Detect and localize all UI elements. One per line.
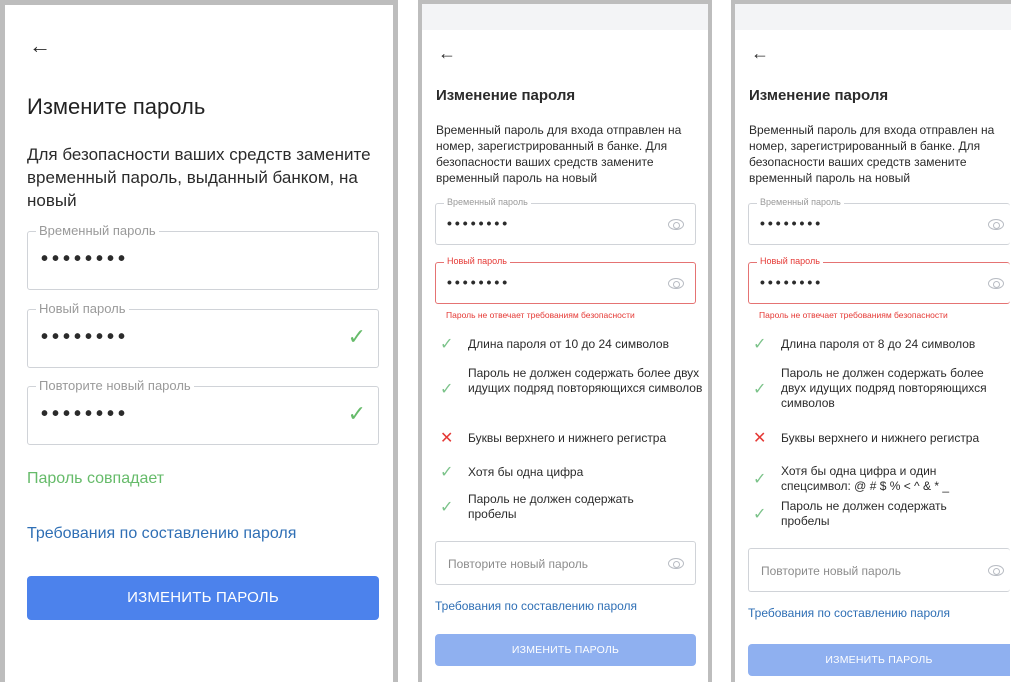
- screen-change-password-v2: ← Изменение пароля Временный пароль для …: [418, 0, 712, 682]
- password-error-text: Пароль не отвечает требованиям безопасно…: [446, 310, 635, 320]
- repeat-password-label: Повторите новый пароль: [36, 378, 194, 394]
- eye-icon[interactable]: [668, 278, 684, 289]
- screen-change-password-v3: ← Изменение пароля Временный пароль для …: [731, 0, 1011, 682]
- new-password-label: Новый пароль: [444, 256, 510, 267]
- new-password-value: ••••••••: [41, 326, 130, 348]
- requirement-item: Пароль не должен содержать более двух ид…: [781, 366, 987, 410]
- requirements-link[interactable]: Требования по составлению пароля: [748, 606, 950, 620]
- repeat-password-field[interactable]: Повторите новый пароль •••••••• ✓: [27, 378, 379, 445]
- page-description: Для безопасности ваших средств замените …: [27, 145, 371, 210]
- new-password-field[interactable]: Новый пароль ••••••••: [435, 256, 696, 304]
- status-bar: [735, 4, 1011, 30]
- requirement-item: Длина пароля от 8 до 24 символов: [781, 337, 976, 351]
- back-arrow-icon[interactable]: ←: [751, 44, 769, 62]
- change-password-button[interactable]: ИЗМЕНИТЬ ПАРОЛЬ: [27, 576, 379, 620]
- eye-icon[interactable]: [988, 565, 1004, 576]
- page-title: Изменение пароля: [749, 87, 889, 104]
- check-icon: ✓: [440, 499, 454, 516]
- temp-password-value: ••••••••: [447, 215, 511, 231]
- requirement-item: Хотя бы одна цифра: [468, 465, 584, 479]
- requirement-item: Буквы верхнего и нижнего регистра: [781, 431, 980, 445]
- new-password-field[interactable]: Новый пароль ••••••••: [748, 256, 1010, 304]
- repeat-password-value: ••••••••: [41, 403, 130, 425]
- new-password-label: Новый пароль: [36, 301, 129, 317]
- cross-icon: ✕: [753, 430, 767, 447]
- check-icon: ✓: [753, 336, 767, 353]
- page-title: Измените пароль: [27, 94, 206, 119]
- requirement-item: Пароль не должен содержать пробелы: [468, 492, 634, 521]
- requirements-link[interactable]: Требования по составлению пароля: [435, 599, 637, 613]
- requirement-item: Длина пароля от 10 до 24 символов: [468, 337, 669, 351]
- check-icon: ✓: [440, 381, 454, 398]
- eye-icon[interactable]: [668, 219, 684, 230]
- new-password-label: Новый пароль: [757, 256, 823, 267]
- repeat-password-placeholder: Повторите новый пароль: [761, 564, 902, 578]
- requirements-link[interactable]: Требования по составлению пароля: [27, 525, 296, 543]
- temp-password-value: ••••••••: [760, 215, 824, 231]
- temp-password-field[interactable]: Временный пароль ••••••••: [435, 197, 696, 245]
- new-password-value: ••••••••: [760, 274, 824, 290]
- status-bar: [422, 4, 708, 30]
- password-error-text: Пароль не отвечает требованиям безопасно…: [759, 310, 948, 320]
- check-icon: ✓: [347, 401, 366, 426]
- check-icon: ✓: [753, 506, 767, 523]
- eye-icon[interactable]: [988, 219, 1004, 230]
- new-password-value: ••••••••: [447, 274, 511, 290]
- temp-password-field[interactable]: Временный пароль ••••••••: [27, 223, 379, 290]
- back-arrow-icon[interactable]: ←: [438, 44, 456, 62]
- password-match-text: Пароль совпадает: [27, 470, 165, 487]
- temp-password-field[interactable]: Временный пароль ••••••••: [748, 197, 1010, 245]
- change-password-button[interactable]: ИЗМЕНИТЬ ПАРОЛЬ: [435, 634, 696, 666]
- temp-password-label: Временный пароль: [757, 197, 844, 208]
- screen-change-password-v1: ← Измените пароль Для безопасности ваших…: [0, 0, 398, 682]
- temp-password-label: Временный пароль: [444, 197, 531, 208]
- cross-icon: ✕: [440, 430, 454, 447]
- check-icon: ✓: [440, 464, 454, 481]
- requirement-item: Пароль не должен содержать пробелы: [781, 499, 947, 528]
- repeat-password-field[interactable]: Повторите новый пароль: [435, 541, 696, 585]
- temp-password-value: ••••••••: [41, 248, 130, 270]
- page-title: Изменение пароля: [436, 87, 576, 104]
- repeat-password-field[interactable]: Повторите новый пароль: [748, 548, 1010, 592]
- temp-password-label: Временный пароль: [36, 223, 159, 239]
- change-password-button[interactable]: ИЗМЕНИТЬ ПАРОЛЬ: [748, 644, 1010, 676]
- new-password-field[interactable]: Новый пароль •••••••• ✓: [27, 301, 379, 368]
- requirement-item: Пароль не должен содержать более двух ид…: [468, 366, 703, 395]
- page-description: Временный пароль для входа отправлен на …: [436, 123, 682, 185]
- page-description: Временный пароль для входа отправлен на …: [749, 123, 995, 185]
- check-icon: ✓: [440, 336, 454, 353]
- eye-icon[interactable]: [668, 558, 684, 569]
- check-icon: ✓: [347, 324, 366, 349]
- back-arrow-icon[interactable]: ←: [29, 35, 51, 57]
- requirement-item: Буквы верхнего и нижнего регистра: [468, 431, 667, 445]
- eye-icon[interactable]: [988, 278, 1004, 289]
- check-icon: ✓: [753, 381, 767, 398]
- repeat-password-placeholder: Повторите новый пароль: [448, 557, 589, 571]
- requirement-item: Хотя бы одна цифра и один спецсимвол: @ …: [781, 464, 950, 493]
- check-icon: ✓: [753, 471, 767, 488]
